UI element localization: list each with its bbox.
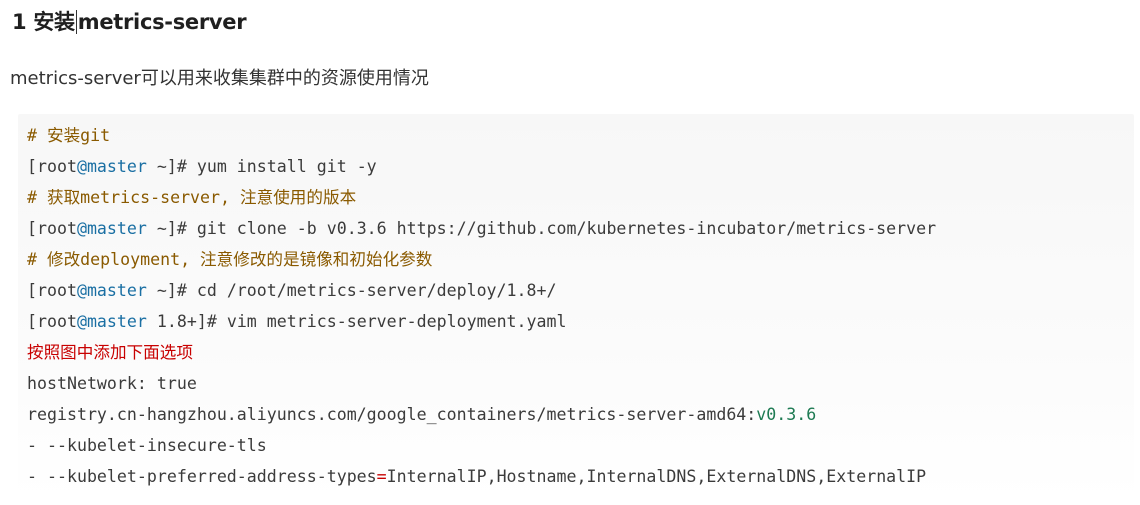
code-comment-get-metrics: # 获取metrics-server, 注意使用的版本 bbox=[27, 188, 357, 207]
prompt-open: [root bbox=[27, 312, 77, 331]
prompt-close: 1.8+]# bbox=[146, 312, 227, 331]
arg-value: InternalIP,Hostname,InternalDNS,External… bbox=[386, 467, 927, 486]
command-text: yum install git -y bbox=[196, 157, 377, 176]
intro-paragraph: metrics-server可以用来收集集群中的资源使用情况 bbox=[10, 68, 429, 89]
code-line-vim: [root@master 1.8+]# vim metrics-server-d… bbox=[27, 309, 567, 335]
prompt-host: @master bbox=[76, 157, 147, 176]
prompt-open: [root bbox=[27, 281, 77, 300]
image-version: v0.3.6 bbox=[756, 405, 817, 424]
code-line-address-types: - --kubelet-preferred-address-types=Inte… bbox=[27, 464, 926, 490]
code-line-image: registry.cn-hangzhou.aliyuncs.com/google… bbox=[27, 402, 816, 428]
section-heading: 1 安装 metrics-server bbox=[12, 6, 247, 36]
section-number: 1 bbox=[12, 10, 27, 34]
code-line-git-clone: [root@master ~]# git clone -b v0.3.6 htt… bbox=[27, 216, 936, 242]
prompt-host: @master bbox=[76, 312, 147, 331]
code-comment-modify-deployment: # 修改deployment, 注意修改的是镜像和初始化参数 bbox=[27, 250, 433, 269]
prompt-open: [root bbox=[27, 219, 77, 238]
yaml-value: true bbox=[156, 374, 197, 393]
arg-equals: = bbox=[376, 467, 387, 486]
prompt-host: @master bbox=[76, 219, 147, 238]
prompt-host: @master bbox=[76, 281, 147, 300]
text-cursor-icon bbox=[75, 10, 77, 34]
section-title-suffix: metrics-server bbox=[77, 10, 247, 34]
command-text: vim metrics-server-deployment.yaml bbox=[226, 312, 567, 331]
prompt-close: ~]# bbox=[146, 219, 197, 238]
yaml-key: hostNetwork: bbox=[27, 374, 157, 393]
code-line-hostnetwork: hostNetwork: true bbox=[27, 371, 197, 397]
section-title-prefix: 安装 bbox=[33, 10, 75, 34]
code-instruction: 按照图中添加下面选项 bbox=[27, 343, 193, 362]
prompt-close: ~]# bbox=[146, 157, 197, 176]
image-repo: registry.cn-hangzhou.aliyuncs.com/google… bbox=[27, 405, 757, 424]
code-comment-install-git: # 安装git bbox=[27, 126, 111, 145]
code-line-cd: [root@master ~]# cd /root/metrics-server… bbox=[27, 278, 557, 304]
code-line-yum-install: [root@master ~]# yum install git -y bbox=[27, 154, 377, 180]
code-line-insecure-tls: - --kubelet-insecure-tls bbox=[27, 436, 267, 455]
code-block: # 安装git [root@master ~]# yum install git… bbox=[18, 114, 1134, 500]
arg-name: - --kubelet-preferred-address-types bbox=[27, 467, 377, 486]
prompt-close: ~]# bbox=[146, 281, 197, 300]
command-text: git clone -b v0.3.6 https://github.com/k… bbox=[196, 219, 937, 238]
prompt-open: [root bbox=[27, 157, 77, 176]
command-text: cd /root/metrics-server/deploy/1.8+/ bbox=[196, 281, 557, 300]
